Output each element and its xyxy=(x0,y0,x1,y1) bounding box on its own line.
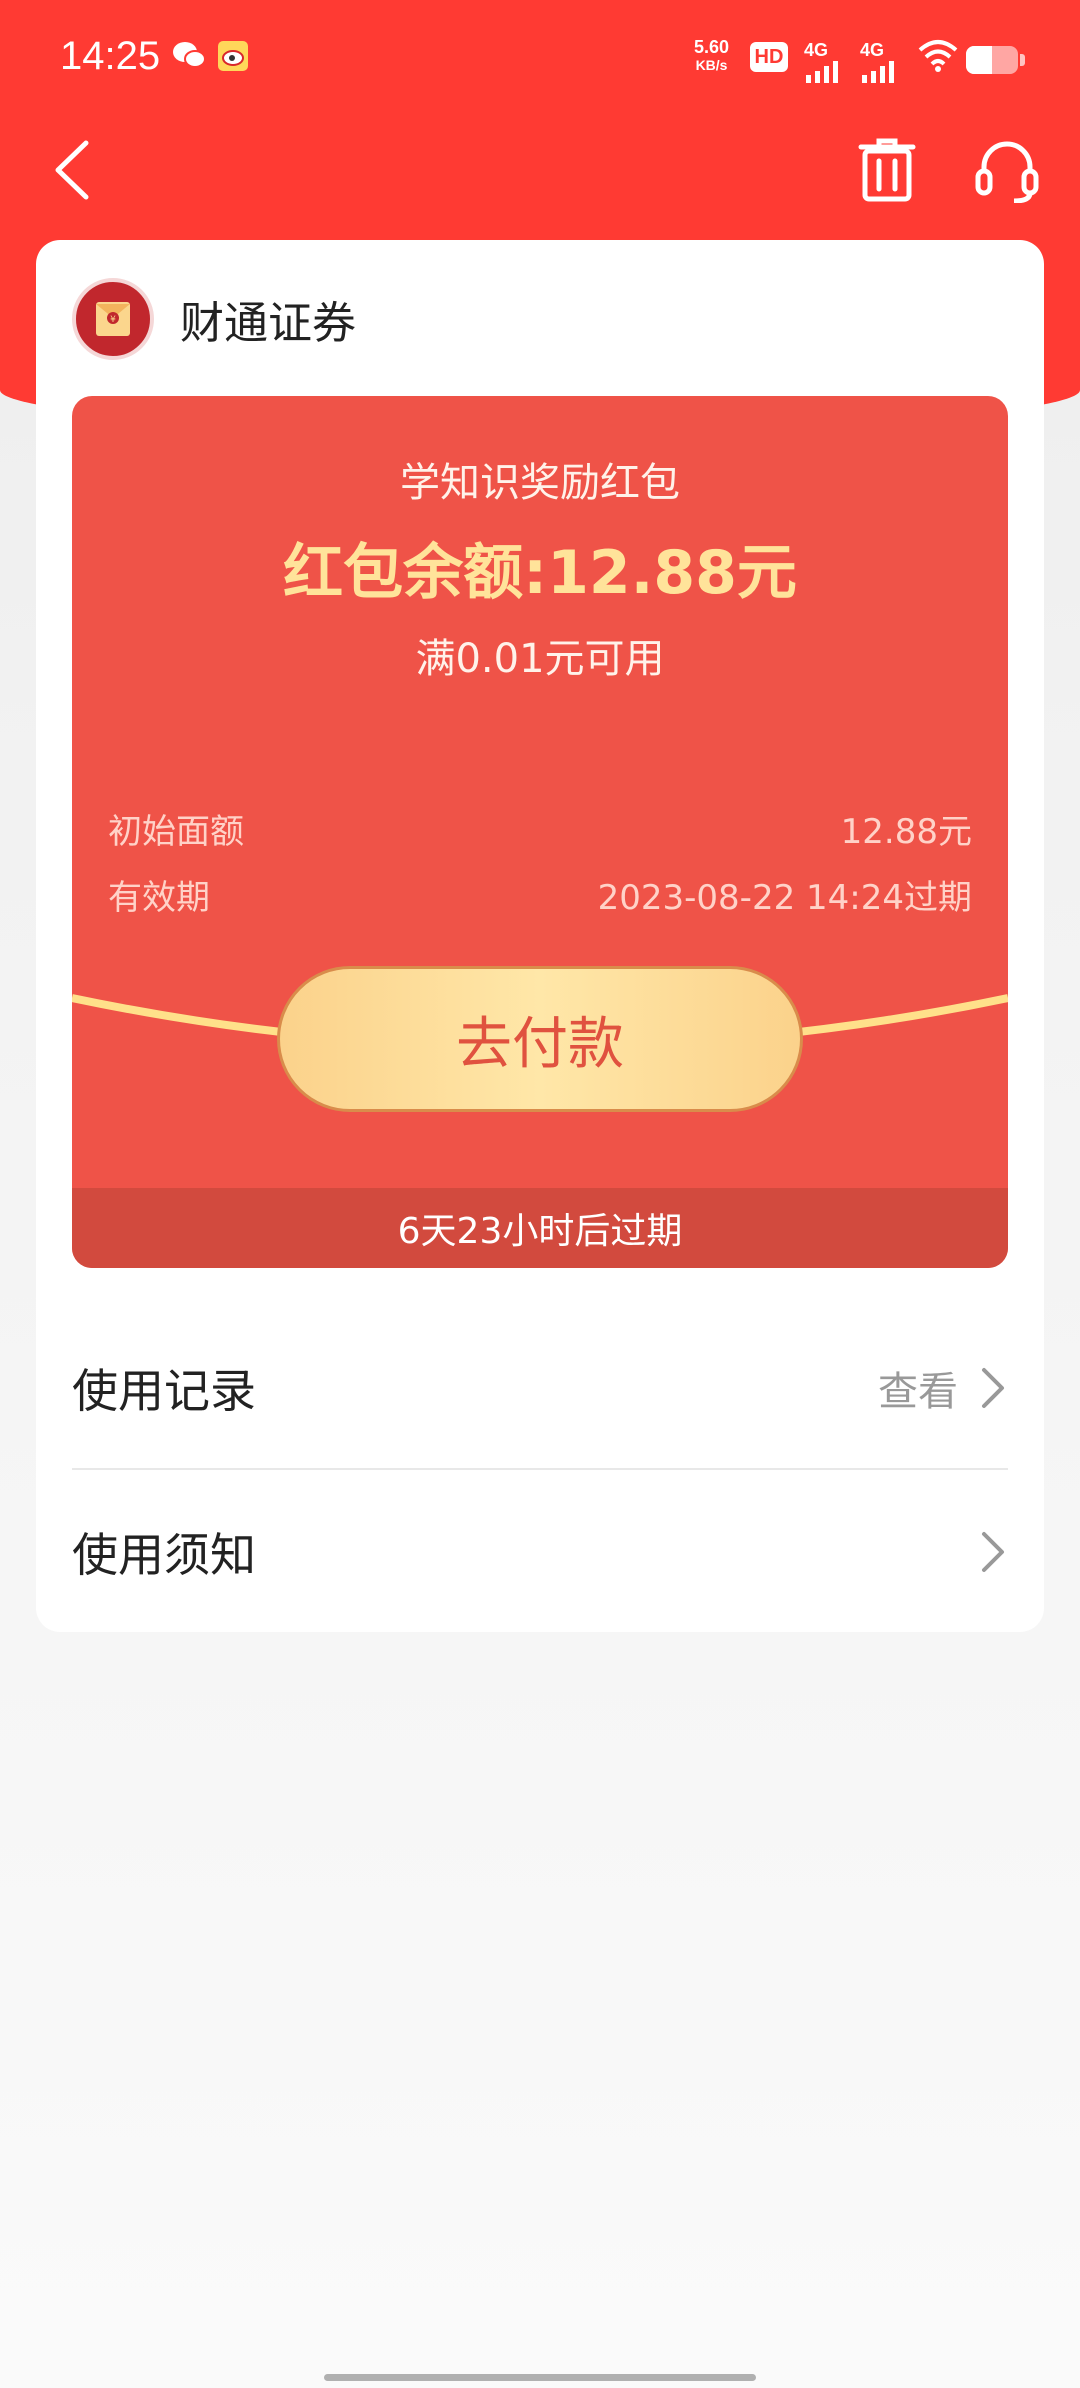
svg-text:¥: ¥ xyxy=(110,315,116,325)
wifi-icon xyxy=(918,40,958,72)
initial-amount-value: 12.88元 xyxy=(840,812,972,852)
signal-1-label: 4G xyxy=(804,40,829,60)
hd-badge: HD xyxy=(750,42,788,72)
signal-bars-icon xyxy=(862,61,894,83)
headset-icon xyxy=(975,141,1039,203)
wechat-icon xyxy=(173,42,206,68)
validity-row: 有效期 2023-08-22 14:24过期 xyxy=(108,870,972,919)
usage-record-row[interactable]: 使用记录 查看 xyxy=(72,1308,1008,1468)
expiry-countdown: 6天23小时后过期 xyxy=(72,1188,1008,1268)
brand-name: 财通证券 xyxy=(180,298,356,349)
brand-logo: ¥ xyxy=(72,278,154,360)
home-indicator[interactable] xyxy=(324,2374,756,2381)
net-speed-unit: KB/s xyxy=(695,57,728,73)
chevron-right-icon xyxy=(982,1532,1004,1572)
battery-icon xyxy=(966,46,1018,74)
validity-value: 2023-08-22 14:24过期 xyxy=(597,878,972,918)
signal-2: 4G xyxy=(860,40,896,83)
coupon-title: 学知识奖励红包 xyxy=(400,460,680,506)
pay-button[interactable]: 去付款 xyxy=(277,966,803,1112)
usage-notice-label: 使用须知 xyxy=(72,1528,256,1582)
red-envelope-icon: ¥ xyxy=(96,302,130,336)
back-button[interactable] xyxy=(26,125,116,215)
customer-service-button[interactable] xyxy=(962,125,1052,215)
initial-amount-label: 初始面额 xyxy=(108,812,244,852)
coupon-balance: 红包余额:12.88元 xyxy=(283,538,797,608)
red-packet-coupon: 学知识奖励红包 红包余额:12.88元 满0.01元可用 初始面额 12.88元… xyxy=(72,396,1008,1268)
status-time: 14:25 xyxy=(60,34,161,78)
initial-amount-row: 初始面额 12.88元 xyxy=(108,804,972,853)
trash-icon xyxy=(858,138,916,202)
coupon-detail-card: ¥ 财通证券 学知识奖励红包 红包余额:12.88元 满0.01元可用 初始面额… xyxy=(36,240,1044,1632)
validity-label: 有效期 xyxy=(108,878,210,918)
coupon-condition: 满0.01元可用 xyxy=(415,636,665,682)
net-speed: 5.60 KB/s xyxy=(694,38,729,74)
usage-notice-row[interactable]: 使用须知 xyxy=(72,1472,1008,1632)
signal-1: 4G xyxy=(804,40,840,83)
view-link[interactable]: 查看 xyxy=(878,1359,958,1417)
signal-2-label: 4G xyxy=(860,40,885,60)
divider xyxy=(72,1468,1008,1470)
brand-row: ¥ 财通证券 xyxy=(72,276,356,362)
net-speed-value: 5.60 xyxy=(694,37,730,57)
signal-bars-icon xyxy=(806,61,838,83)
usage-record-label: 使用记录 xyxy=(72,1364,256,1418)
status-bar: 14:25 5.60 KB/s HD 4G 4G xyxy=(0,0,1080,120)
back-icon xyxy=(55,140,89,200)
delete-button[interactable] xyxy=(842,125,932,215)
weibo-icon xyxy=(218,41,248,71)
chevron-right-icon xyxy=(982,1368,1004,1408)
